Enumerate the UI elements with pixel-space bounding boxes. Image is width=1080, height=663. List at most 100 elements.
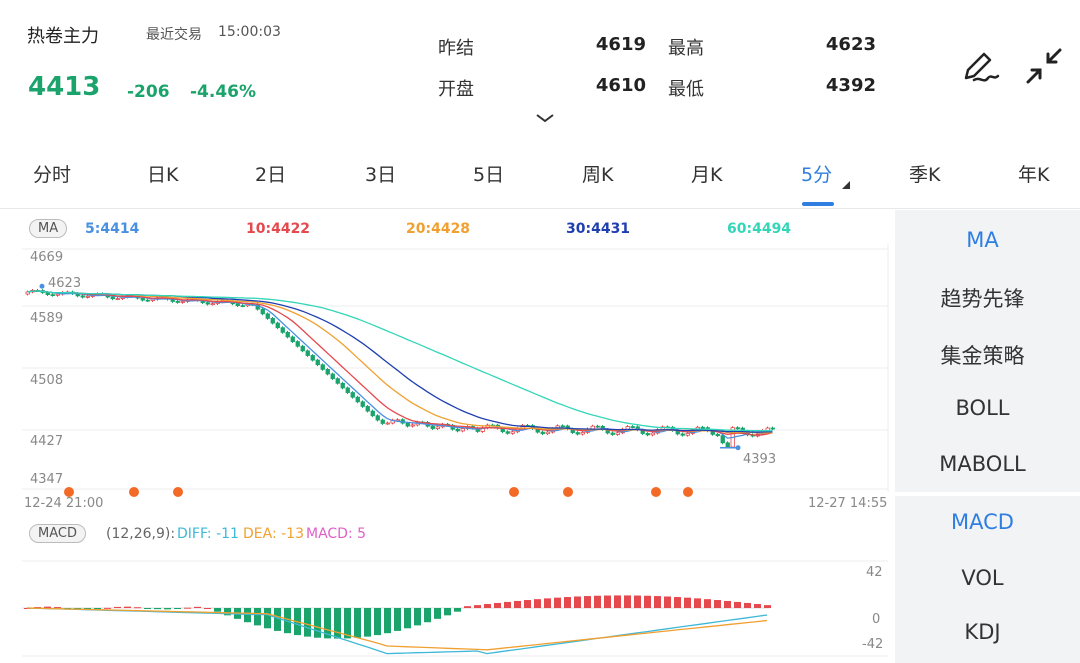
macd-bar: [464, 606, 471, 608]
tab-5min[interactable]: 5分: [801, 160, 832, 187]
macd-bar: [684, 597, 691, 608]
candle-body: [615, 432, 620, 435]
contract-name: 热卷主力: [27, 26, 99, 47]
price-axis-label: 4508: [30, 373, 64, 388]
candle-body: [330, 373, 335, 380]
macd-bar: [524, 600, 531, 608]
macd-bar: [304, 608, 311, 637]
indicator-trend[interactable]: 趋势先锋: [895, 283, 1070, 313]
macd-bar: [724, 600, 731, 608]
candle-body: [145, 299, 150, 302]
macd-bar: [624, 595, 631, 608]
candle-body: [320, 364, 325, 370]
candle-body: [325, 368, 330, 375]
tab-day-k[interactable]: 日K: [147, 160, 178, 187]
candle-body: [365, 406, 370, 412]
candle-body: [360, 401, 365, 407]
pen-draw-icon[interactable]: [958, 44, 1002, 88]
macd-bar: [594, 595, 601, 608]
indicator-maboll[interactable]: MABOLL: [895, 452, 1070, 476]
macd-bar: [244, 608, 251, 623]
ma-pill[interactable]: MA: [29, 219, 68, 238]
ma60-line: [27, 290, 773, 432]
tab-month-k[interactable]: 月K: [691, 160, 722, 187]
signal-dot: [683, 487, 693, 497]
candle-body: [770, 427, 775, 430]
macd-bar: [214, 608, 221, 612]
candle-body: [380, 419, 385, 424]
tab-3day[interactable]: 3日: [365, 160, 396, 187]
macd-bar: [514, 600, 521, 608]
tab-year-k[interactable]: 年K: [1018, 160, 1049, 187]
candle-body: [700, 426, 705, 429]
macd-bar: [164, 608, 171, 610]
macd-bar: [434, 608, 441, 619]
macd-bar: [534, 599, 541, 608]
macd-bar: [144, 608, 151, 609]
macd-bar: [204, 608, 211, 609]
indicator-macd[interactable]: MACD: [895, 510, 1070, 534]
candle-body: [55, 293, 60, 296]
candle-body: [375, 415, 380, 421]
candle-body: [305, 350, 310, 356]
candle-body: [115, 298, 120, 300]
indicator-kdj[interactable]: KDJ: [895, 620, 1070, 644]
indicator-fund-strategy[interactable]: 集金策略: [895, 340, 1070, 370]
macd-bar: [614, 595, 621, 608]
candle-body: [685, 433, 690, 436]
macd-bar: [194, 606, 201, 608]
active-tab-indicator: [802, 202, 834, 206]
tab-2day[interactable]: 2日: [255, 160, 286, 187]
collapse-icon[interactable]: [1022, 44, 1066, 88]
candle-body: [735, 427, 740, 430]
indicator-vol[interactable]: VOL: [895, 566, 1070, 590]
macd-bar: [384, 608, 391, 634]
tab-5day[interactable]: 5日: [473, 160, 504, 187]
macd-bar: [644, 595, 651, 608]
candle-body: [545, 431, 550, 435]
macd-chart[interactable]: [0, 556, 895, 663]
chevron-down-icon[interactable]: [533, 110, 557, 124]
candle-body: [435, 426, 440, 429]
macd-bar: [474, 605, 481, 608]
candle-body: [285, 331, 290, 338]
tab-quarter-k[interactable]: 季K: [909, 160, 940, 187]
macd-bar: [124, 606, 131, 608]
tab-minute[interactable]: 分时: [33, 160, 71, 187]
sub-indicator-panel: MACD VOL KDJ: [895, 496, 1080, 663]
prev-settle-value: 4619: [595, 34, 646, 55]
candle-body: [540, 431, 545, 435]
ma30-value: 30:4431: [566, 221, 631, 237]
kline-chart[interactable]: [0, 244, 895, 514]
candle-body: [175, 301, 180, 303]
ma10-line: [27, 290, 773, 436]
candle-body: [460, 428, 465, 432]
candle-body: [385, 422, 390, 425]
signal-dot: [129, 487, 139, 497]
price-axis-label: 4427: [30, 434, 64, 449]
candle-body: [80, 295, 85, 298]
dropdown-triangle-icon[interactable]: [842, 181, 850, 189]
price-axis-label: 4589: [30, 311, 64, 326]
signal-dot: [651, 487, 661, 497]
ma5-line: [27, 290, 773, 439]
candle-body: [295, 341, 300, 347]
macd-bar: [654, 596, 661, 608]
tab-week-k[interactable]: 周K: [582, 160, 613, 187]
macd-bar: [734, 601, 741, 608]
candle-body: [725, 442, 730, 448]
candle-body: [455, 428, 460, 432]
candle-body: [260, 308, 265, 315]
signal-dot: [563, 487, 573, 497]
macd-pill[interactable]: MACD: [29, 524, 86, 543]
candle-body: [140, 297, 145, 301]
candle-body: [370, 410, 375, 417]
candle-body: [650, 432, 655, 436]
indicator-boll[interactable]: BOLL: [895, 396, 1070, 420]
indicator-ma[interactable]: MA: [895, 228, 1070, 252]
macd-bar: [764, 605, 771, 608]
high-marker-dot: [39, 283, 45, 289]
macd-bar: [704, 599, 711, 608]
open-label: 开盘: [438, 79, 474, 100]
macd-axis-label: 0: [872, 612, 881, 627]
